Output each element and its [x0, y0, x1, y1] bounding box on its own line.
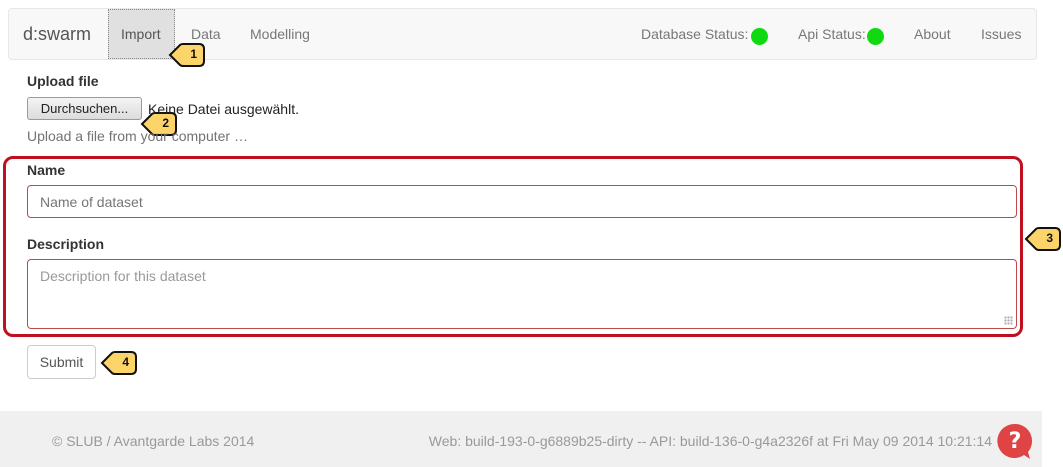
dataset-description-textarea[interactable]: Description for this dataset [27, 259, 1017, 329]
dataset-name-input[interactable] [27, 185, 1017, 218]
navbar: d:swarm Import Data Modelling Database S… [8, 8, 1037, 60]
tab-import[interactable]: Import [108, 9, 175, 59]
callout-marker-1: 1 [168, 42, 206, 68]
tab-import-label: Import [121, 26, 161, 42]
nav-about[interactable]: About [914, 26, 951, 42]
callout-marker-3: 3 [1024, 226, 1062, 252]
name-label: Name [27, 162, 66, 178]
resize-grip-icon[interactable] [1004, 316, 1013, 325]
svg-text:?: ? [1009, 429, 1022, 454]
description-placeholder: Description for this dataset [40, 268, 206, 284]
nav-issues[interactable]: Issues [981, 26, 1021, 42]
footer-build-info: Web: build-193-0-g6889b25-dirty -- API: … [428, 433, 992, 449]
upload-help-text: Upload a file from your computer … [27, 128, 248, 144]
file-status-text: Keine Datei ausgewählt. [148, 101, 299, 117]
tab-data[interactable]: Data [191, 26, 221, 42]
description-label: Description [27, 236, 105, 252]
footer: © SLUB / Avantgarde Labs 2014 Web: build… [0, 411, 1042, 467]
api-status-label: Api Status: [798, 26, 866, 42]
database-status-label: Database Status: [641, 26, 749, 42]
tab-modelling[interactable]: Modelling [250, 26, 310, 42]
database-status-indicator [751, 28, 768, 45]
upload-file-label: Upload file [27, 73, 99, 89]
help-question-icon[interactable]: ? [996, 422, 1034, 460]
callout-marker-4: 4 [100, 350, 138, 376]
footer-copyright: © SLUB / Avantgarde Labs 2014 [52, 433, 255, 449]
submit-button[interactable]: Submit [27, 345, 96, 379]
api-status-indicator [867, 28, 884, 45]
browse-file-button[interactable]: Durchsuchen... [27, 97, 142, 120]
brand-logo[interactable]: d:swarm [23, 24, 91, 45]
